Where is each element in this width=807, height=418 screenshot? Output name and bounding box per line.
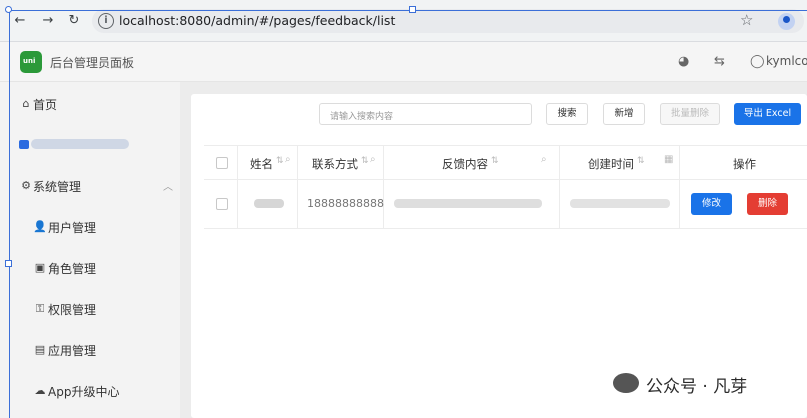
gear-icon: ⚙ bbox=[21, 179, 31, 192]
column-header-label: 创建时间 bbox=[588, 157, 634, 171]
watermark-text: 公众号 · 凡芽 bbox=[646, 377, 748, 397]
cloud-icon: ☁ bbox=[34, 384, 46, 397]
language-icon[interactable]: ⇆ bbox=[714, 54, 725, 69]
search-input[interactable]: 请输入搜索内容 bbox=[319, 103, 532, 125]
sort-icon[interactable]: ⇅ bbox=[361, 156, 369, 166]
profile-icon[interactable] bbox=[778, 13, 795, 30]
user-icon: 👤 bbox=[33, 220, 47, 233]
sidebar-item-roles[interactable]: ▣ 角色管理 bbox=[0, 248, 180, 288]
forward-icon[interactable]: → bbox=[40, 13, 56, 29]
sidebar-item-label: 角色管理 bbox=[48, 262, 97, 276]
row-checkbox[interactable] bbox=[216, 198, 228, 210]
theme-icon[interactable]: ◕ bbox=[678, 54, 689, 69]
sidebar-item-apps[interactable]: ▤ 应用管理 bbox=[0, 330, 180, 370]
header-select-cell bbox=[204, 146, 238, 180]
select-all-checkbox[interactable] bbox=[216, 157, 228, 169]
content-card bbox=[191, 94, 807, 418]
chevron-up-icon: ︿ bbox=[163, 182, 173, 193]
browser-toolbar: ← → ↻ i localhost:8080/admin/#/pages/fee… bbox=[0, 0, 807, 42]
sidebar-item-label: 系统管理 bbox=[33, 180, 82, 194]
app-logo bbox=[20, 51, 42, 73]
app-icon: ▤ bbox=[34, 343, 46, 356]
url-text[interactable]: localhost:8080/admin/#/pages/feedback/li… bbox=[119, 13, 395, 28]
sidebar-item-label: 首页 bbox=[33, 98, 58, 112]
back-icon[interactable]: ← bbox=[12, 13, 28, 29]
column-header-created[interactable]: 创建时间 ⇅ ▦ bbox=[560, 146, 680, 180]
add-button[interactable]: 新增 bbox=[603, 103, 645, 125]
bookmark-star-icon[interactable]: ☆ bbox=[740, 11, 753, 29]
sort-icon[interactable]: ⇅ bbox=[491, 156, 499, 166]
column-header-label: 操作 bbox=[733, 157, 756, 171]
export-excel-button[interactable]: 导出 Excel bbox=[734, 103, 801, 125]
search-icon[interactable]: ⌕ bbox=[285, 154, 291, 165]
blurred-label bbox=[31, 139, 129, 149]
calendar-icon[interactable]: ▦ bbox=[664, 154, 673, 165]
table-header: 姓名 ⇅ ⌕ 联系方式 ⇅ ⌕ 反馈内容 ⇅ ⌕ 创建时间 ⇅ ▦ 操作 bbox=[204, 145, 807, 180]
search-icon[interactable]: ⌕ bbox=[370, 154, 376, 165]
cell-created bbox=[560, 180, 680, 228]
reload-icon[interactable]: ↻ bbox=[66, 13, 82, 29]
column-header-actions: 操作 bbox=[680, 146, 807, 180]
sidebar-item-label: 权限管理 bbox=[48, 303, 97, 317]
cell-contact: 18888888888 bbox=[298, 180, 384, 228]
blurred-text bbox=[394, 199, 542, 208]
column-header-contact[interactable]: 联系方式 ⇅ ⌕ bbox=[298, 146, 384, 180]
row-select-cell bbox=[204, 180, 238, 228]
sidebar-item-system[interactable]: ⚙ 系统管理 ︿ bbox=[0, 166, 180, 206]
column-header-name[interactable]: 姓名 ⇅ ⌕ bbox=[238, 146, 298, 180]
cell-actions: 修改 删除 bbox=[680, 180, 807, 228]
search-button[interactable]: 搜索 bbox=[546, 103, 588, 125]
selection-guide-vertical bbox=[9, 10, 10, 418]
resize-handle bbox=[5, 6, 12, 13]
batch-delete-button[interactable]: 批量删除 bbox=[660, 103, 720, 125]
cell-content bbox=[384, 180, 560, 228]
resize-handle bbox=[409, 6, 416, 13]
column-header-label: 联系方式 bbox=[312, 157, 358, 171]
column-header-label: 姓名 bbox=[250, 157, 273, 171]
sidebar-item-home[interactable]: ⌂ 首页 bbox=[0, 84, 180, 124]
selection-guide-horizontal bbox=[9, 10, 807, 11]
sidebar-item-label: App升级中心 bbox=[48, 385, 120, 399]
table-row[interactable]: 18888888888 修改 删除 bbox=[204, 180, 807, 229]
sort-icon[interactable]: ⇅ bbox=[637, 156, 645, 166]
cell-name bbox=[238, 180, 298, 228]
delete-button[interactable]: 删除 bbox=[747, 193, 788, 215]
user-avatar-icon[interactable]: ◯ bbox=[750, 54, 765, 69]
app-title: 后台管理员面板 bbox=[50, 56, 135, 70]
column-header-content[interactable]: 反馈内容 ⇅ ⌕ bbox=[384, 146, 560, 180]
permission-icon: ⚿ bbox=[35, 302, 45, 315]
resize-handle bbox=[5, 260, 12, 267]
wechat-icon bbox=[613, 373, 639, 393]
sort-icon[interactable]: ⇅ bbox=[276, 156, 284, 166]
blurred-text bbox=[254, 199, 284, 208]
role-icon: ▣ bbox=[34, 261, 46, 274]
edit-button[interactable]: 修改 bbox=[691, 193, 732, 215]
sidebar-item-permissions[interactable]: ⚿ 权限管理 bbox=[0, 289, 180, 329]
blurred-text bbox=[570, 199, 670, 208]
column-header-label: 反馈内容 bbox=[442, 157, 488, 171]
address-bar[interactable]: i localhost:8080/admin/#/pages/feedback/… bbox=[92, 9, 804, 33]
sidebar-item-app-upgrade[interactable]: ☁ App升级中心 bbox=[0, 371, 180, 411]
sidebar-item-users[interactable]: 👤 用户管理 bbox=[0, 207, 180, 247]
blurred-icon bbox=[19, 140, 29, 149]
sidebar-item-label: 用户管理 bbox=[48, 221, 97, 235]
home-icon: ⌂ bbox=[22, 97, 30, 110]
search-icon[interactable]: ⌕ bbox=[541, 154, 547, 165]
sidebar-item-label: 应用管理 bbox=[48, 344, 97, 358]
user-name[interactable]: kymlcod bbox=[766, 54, 807, 68]
app-header: 后台管理员面板 ◕ ⇆ ◯ kymlcod bbox=[0, 42, 807, 82]
contact-text: 18888888888 bbox=[307, 197, 384, 210]
site-info-icon[interactable]: i bbox=[98, 13, 114, 29]
